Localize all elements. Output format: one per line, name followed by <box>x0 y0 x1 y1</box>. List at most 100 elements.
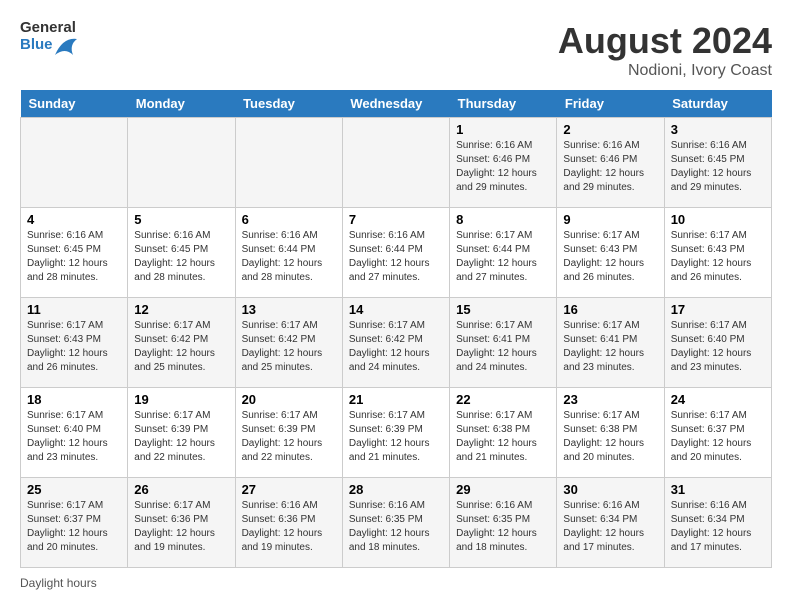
weekday-header-thursday: Thursday <box>450 90 557 118</box>
calendar-cell: 21 Sunrise: 6:17 AM Sunset: 6:39 PM Dayli… <box>342 388 449 478</box>
weekday-header-sunday: Sunday <box>21 90 128 118</box>
page-header: General Blue August 2024 Nodioni, Ivory … <box>20 20 772 80</box>
day-info: Sunrise: 6:16 AM Sunset: 6:36 PM Dayligh… <box>242 499 336 555</box>
logo-blue: Blue <box>20 37 53 54</box>
day-number: 19 <box>134 392 228 407</box>
calendar-cell: 16 Sunrise: 6:17 AM Sunset: 6:41 PM Dayli… <box>557 298 664 388</box>
calendar-cell: 29Sunrise: 6:16 AM Sunset: 6:35 PM Dayli… <box>450 478 557 568</box>
day-info: Sunrise: 6:16 AM Sunset: 6:46 PM Dayligh… <box>563 139 657 195</box>
day-info: Sunrise: 6:17 AM Sunset: 6:39 PM Dayligh… <box>349 409 443 465</box>
logo: General Blue <box>20 20 77 55</box>
title-block: August 2024 Nodioni, Ivory Coast <box>558 20 772 80</box>
day-number: 20 <box>242 392 336 407</box>
calendar-week-row: 1 Sunrise: 6:16 AM Sunset: 6:46 PM Daylig… <box>21 118 772 208</box>
calendar-cell: 4 Sunrise: 6:16 AM Sunset: 6:45 PM Daylig… <box>21 208 128 298</box>
calendar-cell: 18Sunrise: 6:17 AM Sunset: 6:40 PM Dayli… <box>21 388 128 478</box>
day-info: Sunrise: 6:17 AM Sunset: 6:37 PM Dayligh… <box>671 409 765 465</box>
day-number: 23 <box>563 392 657 407</box>
day-number: 8 <box>456 212 550 227</box>
day-number: 10 <box>671 212 765 227</box>
calendar-cell: 8 Sunrise: 6:17 AM Sunset: 6:44 PM Daylig… <box>450 208 557 298</box>
calendar-cell: 19 Sunrise: 6:17 AM Sunset: 6:39 PM Dayli… <box>128 388 235 478</box>
day-number: 21 <box>349 392 443 407</box>
calendar-cell: 23 Sunrise: 6:17 AM Sunset: 6:38 PM Dayli… <box>557 388 664 478</box>
day-info: Sunrise: 6:16 AM Sunset: 6:44 PM Dayligh… <box>349 229 443 285</box>
day-info: Sunrise: 6:17 AM Sunset: 6:42 PM Dayligh… <box>134 319 228 375</box>
day-info: Sunrise: 6:17 AM Sunset: 6:37 PM Dayligh… <box>27 499 121 555</box>
day-number: 25 <box>27 482 121 497</box>
calendar-week-row: 18Sunrise: 6:17 AM Sunset: 6:40 PM Dayli… <box>21 388 772 478</box>
month-year: August 2024 <box>558 20 772 62</box>
day-info: Sunrise: 6:16 AM Sunset: 6:44 PM Dayligh… <box>242 229 336 285</box>
day-number: 17 <box>671 302 765 317</box>
day-number: 14 <box>349 302 443 317</box>
day-number: 7 <box>349 212 443 227</box>
day-info: Sunrise: 6:16 AM Sunset: 6:34 PM Dayligh… <box>671 499 765 555</box>
calendar-cell <box>342 118 449 208</box>
calendar-week-row: 4 Sunrise: 6:16 AM Sunset: 6:45 PM Daylig… <box>21 208 772 298</box>
daylight-label: Daylight hours <box>20 576 97 590</box>
calendar-cell: 11 Sunrise: 6:17 AM Sunset: 6:43 PM Dayli… <box>21 298 128 388</box>
weekday-header-row: SundayMondayTuesdayWednesdayThursdayFrid… <box>21 90 772 118</box>
calendar-cell: 3Sunrise: 6:16 AM Sunset: 6:45 PM Daylig… <box>664 118 771 208</box>
day-info: Sunrise: 6:17 AM Sunset: 6:43 PM Dayligh… <box>563 229 657 285</box>
calendar-cell <box>128 118 235 208</box>
weekday-header-wednesday: Wednesday <box>342 90 449 118</box>
weekday-header-friday: Friday <box>557 90 664 118</box>
location: Nodioni, Ivory Coast <box>558 62 772 80</box>
weekday-header-tuesday: Tuesday <box>235 90 342 118</box>
day-info: Sunrise: 6:16 AM Sunset: 6:46 PM Dayligh… <box>456 139 550 195</box>
calendar-cell: 28 Sunrise: 6:16 AM Sunset: 6:35 PM Dayli… <box>342 478 449 568</box>
calendar-cell: 12 Sunrise: 6:17 AM Sunset: 6:42 PM Dayli… <box>128 298 235 388</box>
day-info: Sunrise: 6:17 AM Sunset: 6:38 PM Dayligh… <box>563 409 657 465</box>
footer: Daylight hours <box>20 576 772 590</box>
day-number: 9 <box>563 212 657 227</box>
day-number: 3 <box>671 122 765 137</box>
calendar-cell <box>235 118 342 208</box>
calendar-cell: 27Sunrise: 6:16 AM Sunset: 6:36 PM Dayli… <box>235 478 342 568</box>
day-info: Sunrise: 6:17 AM Sunset: 6:39 PM Dayligh… <box>134 409 228 465</box>
day-info: Sunrise: 6:17 AM Sunset: 6:43 PM Dayligh… <box>27 319 121 375</box>
calendar-cell: 30 Sunrise: 6:16 AM Sunset: 6:34 PM Dayli… <box>557 478 664 568</box>
calendar-cell: 13Sunrise: 6:17 AM Sunset: 6:42 PM Dayli… <box>235 298 342 388</box>
day-number: 5 <box>134 212 228 227</box>
day-info: Sunrise: 6:17 AM Sunset: 6:38 PM Dayligh… <box>456 409 550 465</box>
day-number: 13 <box>242 302 336 317</box>
day-info: Sunrise: 6:16 AM Sunset: 6:35 PM Dayligh… <box>456 499 550 555</box>
calendar-cell: 5Sunrise: 6:16 AM Sunset: 6:45 PM Daylig… <box>128 208 235 298</box>
day-info: Sunrise: 6:17 AM Sunset: 6:41 PM Dayligh… <box>456 319 550 375</box>
calendar-cell: 17Sunrise: 6:17 AM Sunset: 6:40 PM Dayli… <box>664 298 771 388</box>
day-info: Sunrise: 6:16 AM Sunset: 6:34 PM Dayligh… <box>563 499 657 555</box>
weekday-header-monday: Monday <box>128 90 235 118</box>
day-number: 30 <box>563 482 657 497</box>
day-number: 28 <box>349 482 443 497</box>
day-info: Sunrise: 6:16 AM Sunset: 6:35 PM Dayligh… <box>349 499 443 555</box>
calendar-cell: 22Sunrise: 6:17 AM Sunset: 6:38 PM Dayli… <box>450 388 557 478</box>
day-info: Sunrise: 6:16 AM Sunset: 6:45 PM Dayligh… <box>27 229 121 285</box>
calendar-cell: 14 Sunrise: 6:17 AM Sunset: 6:42 PM Dayli… <box>342 298 449 388</box>
logo-container: General Blue <box>20 20 77 55</box>
day-info: Sunrise: 6:17 AM Sunset: 6:42 PM Dayligh… <box>349 319 443 375</box>
logo-text-container: General Blue <box>20 20 77 55</box>
day-number: 16 <box>563 302 657 317</box>
day-number: 18 <box>27 392 121 407</box>
day-info: Sunrise: 6:17 AM Sunset: 6:41 PM Dayligh… <box>563 319 657 375</box>
calendar-week-row: 25 Sunrise: 6:17 AM Sunset: 6:37 PM Dayli… <box>21 478 772 568</box>
calendar-cell: 1 Sunrise: 6:16 AM Sunset: 6:46 PM Daylig… <box>450 118 557 208</box>
day-number: 12 <box>134 302 228 317</box>
calendar-table: SundayMondayTuesdayWednesdayThursdayFrid… <box>20 90 772 568</box>
day-number: 24 <box>671 392 765 407</box>
day-number: 11 <box>27 302 121 317</box>
calendar-cell: 7 Sunrise: 6:16 AM Sunset: 6:44 PM Daylig… <box>342 208 449 298</box>
day-info: Sunrise: 6:17 AM Sunset: 6:43 PM Dayligh… <box>671 229 765 285</box>
day-number: 4 <box>27 212 121 227</box>
calendar-cell: 26Sunrise: 6:17 AM Sunset: 6:36 PM Dayli… <box>128 478 235 568</box>
calendar-cell: 25 Sunrise: 6:17 AM Sunset: 6:37 PM Dayli… <box>21 478 128 568</box>
logo-general: General <box>20 20 77 37</box>
day-info: Sunrise: 6:17 AM Sunset: 6:44 PM Dayligh… <box>456 229 550 285</box>
calendar-cell: 2Sunrise: 6:16 AM Sunset: 6:46 PM Daylig… <box>557 118 664 208</box>
calendar-cell: 10 Sunrise: 6:17 AM Sunset: 6:43 PM Dayli… <box>664 208 771 298</box>
day-number: 1 <box>456 122 550 137</box>
calendar-cell <box>21 118 128 208</box>
calendar-cell: 9 Sunrise: 6:17 AM Sunset: 6:43 PM Daylig… <box>557 208 664 298</box>
